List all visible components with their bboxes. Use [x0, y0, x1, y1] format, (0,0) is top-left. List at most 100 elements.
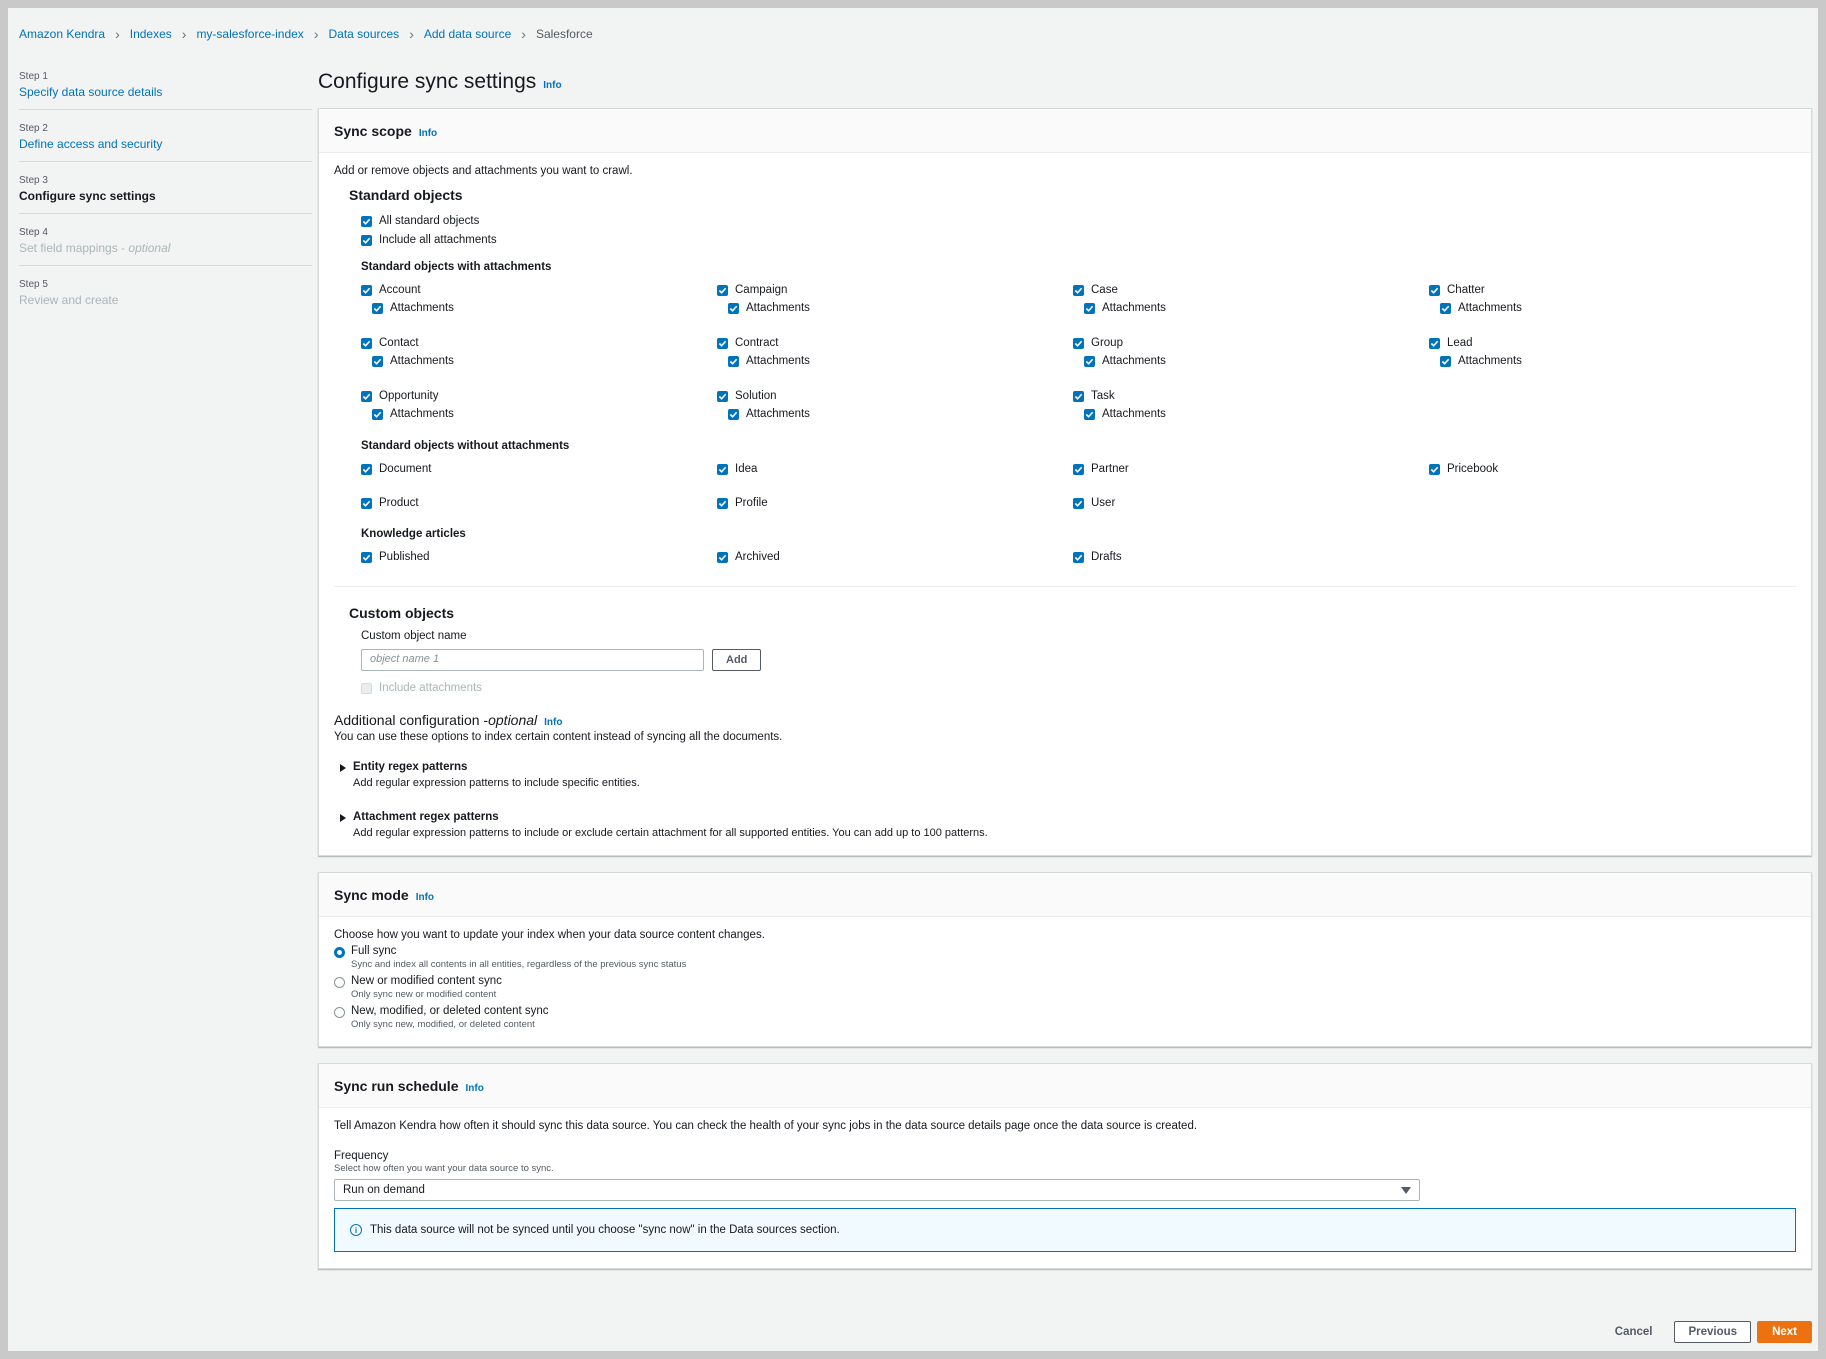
expander-description: Add regular expression patterns to inclu… [353, 777, 640, 789]
custom-object-row: object name 1 Add [361, 649, 1796, 671]
contract-checkbox[interactable]: Contract [717, 334, 1073, 352]
object-cell: Campaign Attachments [717, 281, 1073, 334]
page-title-text: Configure sync settings [318, 70, 537, 93]
checkbox-checked-icon [1084, 302, 1095, 314]
checkbox-checked-icon [728, 355, 739, 367]
task-attachments-checkbox[interactable]: Attachments [1084, 405, 1429, 423]
next-button[interactable]: Next [1757, 1321, 1812, 1343]
caret-down-icon [1401, 1186, 1411, 1194]
user-checkbox[interactable]: User [1073, 494, 1429, 512]
checkbox-checked-icon [717, 463, 728, 475]
step-1: Step 1 Specify data source details [19, 68, 312, 110]
radio-text: New, modified, or deleted content sync On… [351, 1005, 549, 1030]
additional-config-heading: Additional configuration - optional Info [334, 712, 1796, 728]
radio-description: Only sync new or modified content [351, 989, 497, 1000]
breadcrumb-indexes[interactable]: Indexes [130, 27, 172, 41]
checkbox-label: Opportunity [379, 390, 439, 402]
account-attachments-checkbox[interactable]: Attachments [372, 299, 717, 317]
info-link[interactable]: Info [543, 80, 561, 91]
case-checkbox[interactable]: Case [1073, 281, 1429, 299]
document-checkbox[interactable]: Document [361, 460, 717, 478]
custom-object-input[interactable]: object name 1 [361, 649, 704, 671]
campaign-attachments-checkbox[interactable]: Attachments [728, 299, 1073, 317]
product-checkbox[interactable]: Product [361, 494, 717, 512]
contract-attachments-checkbox[interactable]: Attachments [728, 352, 1073, 370]
without-attachments-grid: Document Idea Partner Pricebook Product Profi… [361, 460, 1796, 528]
checkbox-label: Contact [379, 337, 419, 349]
info-link[interactable]: Info [544, 717, 562, 728]
object-cell: Lead Attachments [1429, 334, 1785, 387]
lead-attachments-checkbox[interactable]: Attachments [1440, 352, 1785, 370]
add-button[interactable]: Add [712, 649, 762, 671]
info-link[interactable]: Info [416, 892, 434, 903]
step-link[interactable]: Define access and security [19, 137, 162, 151]
info-link[interactable]: Info [465, 1083, 483, 1094]
step-link[interactable]: Specify data source details [19, 85, 162, 99]
attachment-regex-expander[interactable]: Attachment regex patterns Add regular ex… [338, 811, 1796, 839]
chatter-checkbox[interactable]: Chatter [1429, 281, 1785, 299]
include-all-attachments-checkbox[interactable]: Include all attachments [361, 231, 1796, 249]
checkbox-label: Idea [735, 463, 758, 475]
radio-unselected-icon [334, 1007, 345, 1018]
task-checkbox[interactable]: Task [1073, 387, 1429, 405]
opportunity-checkbox[interactable]: Opportunity [361, 387, 717, 405]
checkbox-checked-icon [361, 284, 372, 296]
with-attachments-grid: Account Attachments Campaign Attachments Cas… [361, 281, 1796, 440]
radio-full-sync[interactable]: Full sync Sync and index all contents in … [334, 945, 1796, 970]
case-attachments-checkbox[interactable]: Attachments [1084, 299, 1429, 317]
radio-new-modified-deleted-sync[interactable]: New, modified, or deleted content sync On… [334, 1005, 1796, 1030]
breadcrumb-data-sources[interactable]: Data sources [328, 27, 399, 41]
checkbox-label: Contract [735, 337, 779, 349]
panel-title: Sync run schedule [334, 1078, 459, 1094]
section-description: Tell Amazon Kendra how often it should s… [334, 1120, 1198, 1132]
cancel-button[interactable]: Cancel [1615, 1326, 1653, 1338]
published-checkbox[interactable]: Published [361, 548, 717, 566]
info-link[interactable]: Info [419, 128, 437, 139]
profile-checkbox[interactable]: Profile [717, 494, 1073, 512]
group-checkbox[interactable]: Group [1073, 334, 1429, 352]
knowledge-heading: Knowledge articles [361, 528, 466, 540]
campaign-checkbox[interactable]: Campaign [717, 281, 1073, 299]
checkbox-checked-icon [361, 390, 372, 402]
info-alert: i This data source will not be synced un… [334, 1208, 1796, 1252]
checkbox-label: Pricebook [1447, 463, 1499, 475]
lead-checkbox[interactable]: Lead [1429, 334, 1785, 352]
pricebook-checkbox[interactable]: Pricebook [1429, 460, 1785, 478]
step-2: Step 2 Define access and security [19, 120, 312, 162]
checkbox-label: Drafts [1091, 551, 1122, 563]
drafts-checkbox[interactable]: Drafts [1073, 548, 1429, 566]
solution-attachments-checkbox[interactable]: Attachments [728, 405, 1073, 423]
previous-button[interactable]: Previous [1674, 1321, 1752, 1343]
entity-regex-expander[interactable]: Entity regex patterns Add regular expres… [338, 761, 1796, 789]
checkbox-label: Published [379, 551, 430, 563]
expander-title: Attachment regex patterns [353, 811, 499, 823]
checkbox-label: Partner [1091, 463, 1129, 475]
chatter-attachments-checkbox[interactable]: Attachments [1440, 299, 1785, 317]
frequency-select[interactable]: Run on demand [334, 1179, 1420, 1201]
step-5: Step 5 Review and create [19, 276, 312, 317]
radio-new-modified-sync[interactable]: New or modified content sync Only sync ne… [334, 975, 1796, 1000]
contact-checkbox[interactable]: Contact [361, 334, 717, 352]
frequency-value: Run on demand [343, 1184, 425, 1196]
checkbox-checked-icon [1440, 302, 1451, 314]
breadcrumb-amazon-kendra[interactable]: Amazon Kendra [19, 27, 105, 41]
checkbox-label: Document [379, 463, 432, 475]
checkbox-checked-icon [361, 215, 372, 227]
contact-attachments-checkbox[interactable]: Attachments [372, 352, 717, 370]
custom-include-attachments-checkbox[interactable]: Include attachments [361, 679, 482, 697]
partner-checkbox[interactable]: Partner [1073, 460, 1429, 478]
group-attachments-checkbox[interactable]: Attachments [1084, 352, 1429, 370]
account-checkbox[interactable]: Account [361, 281, 717, 299]
opportunity-attachments-checkbox[interactable]: Attachments [372, 405, 717, 423]
breadcrumb-add-data-source[interactable]: Add data source [424, 27, 511, 41]
object-cell: Pricebook [1429, 460, 1785, 494]
breadcrumb-index[interactable]: my-salesforce-index [196, 27, 303, 41]
archived-checkbox[interactable]: Archived [717, 548, 1073, 566]
all-standard-objects-checkbox[interactable]: All standard objects [361, 212, 1796, 230]
solution-checkbox[interactable]: Solution [717, 387, 1073, 405]
object-cell: Contact Attachments [361, 334, 717, 387]
step-number: Step 2 [19, 123, 48, 134]
radio-label: Full sync [351, 945, 397, 957]
checkbox-label: Attachments [1102, 302, 1166, 314]
idea-checkbox[interactable]: Idea [717, 460, 1073, 478]
